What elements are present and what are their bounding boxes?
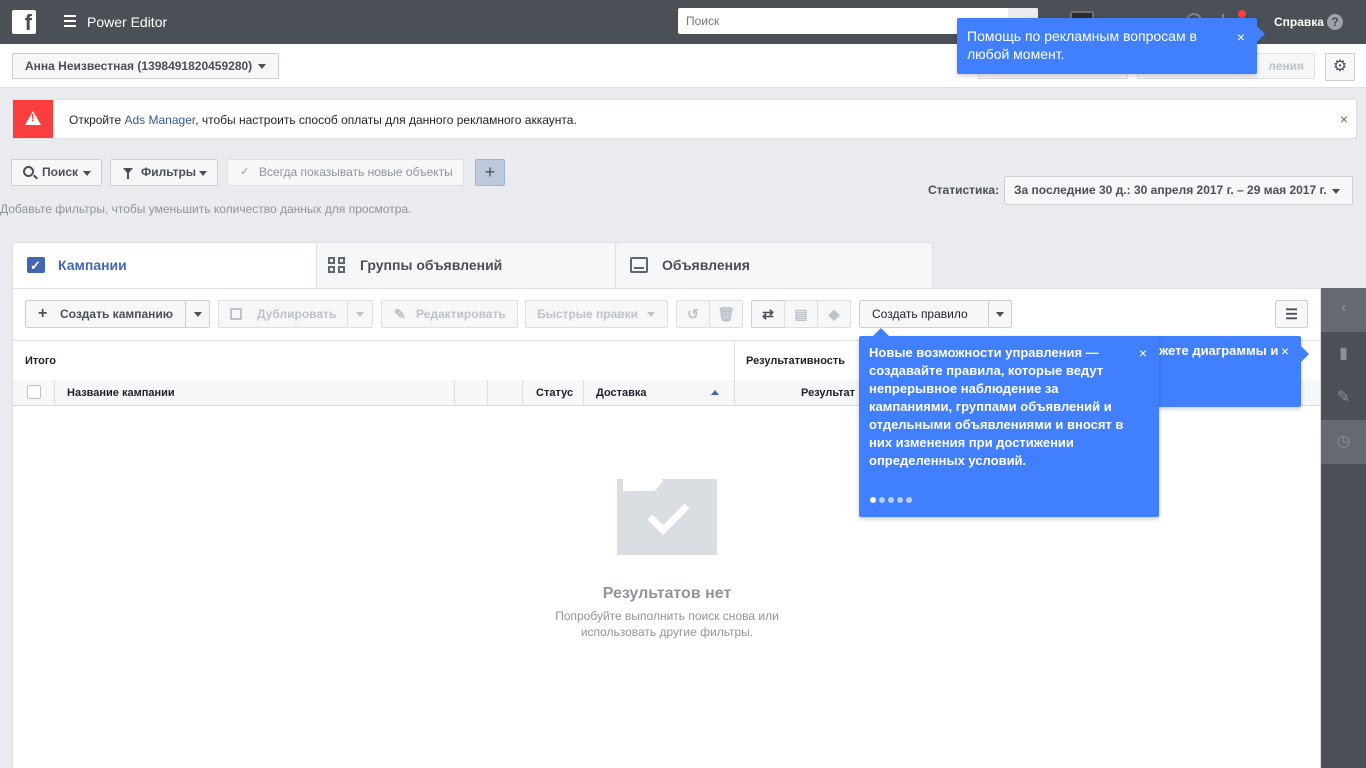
chevron-down-icon bbox=[193, 312, 202, 317]
undo-button[interactable]: ↺ bbox=[676, 300, 710, 328]
total-label: Итого bbox=[25, 355, 57, 367]
close-icon[interactable]: × bbox=[1340, 111, 1348, 127]
sort-ascending-icon[interactable] bbox=[711, 390, 719, 395]
close-icon[interactable]: × bbox=[1139, 345, 1147, 361]
column-status[interactable]: Статус bbox=[536, 387, 573, 399]
alert-message: Откройте Ads Manager, чтобы настроить сп… bbox=[69, 113, 577, 127]
empty-folder-icon bbox=[617, 471, 717, 555]
check-icon: ✓ bbox=[240, 166, 250, 178]
help-tooltip: Помощь по рекламным вопросам в любой мом… bbox=[957, 18, 1265, 74]
tag-icon: ◆ bbox=[828, 306, 840, 322]
help-link[interactable]: Справка bbox=[1274, 15, 1324, 29]
filter-icon bbox=[123, 168, 133, 179]
tooltip-pagination bbox=[870, 492, 915, 503]
create-campaign-dropdown[interactable] bbox=[185, 300, 210, 328]
chevron-left-icon: ‹ bbox=[1340, 299, 1347, 316]
account-label: Анна Неизвестная (1398491820459280) bbox=[25, 59, 253, 73]
edit-button[interactable]: ✎ Редактировать bbox=[381, 300, 518, 328]
gear-icon[interactable]: ⚙ bbox=[1325, 53, 1355, 81]
create-rule-button[interactable]: Создать правило bbox=[859, 300, 989, 328]
grid-icon bbox=[328, 257, 346, 273]
tab-ads[interactable]: Объявления bbox=[615, 242, 933, 288]
pencil-icon: ✎ bbox=[394, 306, 406, 322]
duplicate-icon bbox=[230, 308, 242, 320]
chevron-down-icon bbox=[258, 64, 267, 69]
column-name[interactable]: Название кампании bbox=[67, 387, 175, 399]
create-rule-dropdown[interactable] bbox=[988, 300, 1012, 328]
help-icon[interactable]: ? bbox=[1327, 14, 1343, 30]
chevron-down-icon bbox=[199, 171, 207, 176]
columns-settings-icon: ☰ bbox=[1285, 306, 1298, 322]
column-results[interactable]: Результат bbox=[801, 387, 855, 399]
quick-edits-dropdown[interactable]: Быстрые правки bbox=[525, 300, 668, 328]
pagination-dot[interactable] bbox=[870, 497, 876, 503]
performance-label: Результативность bbox=[746, 355, 846, 367]
tab-campaigns[interactable]: Кампании bbox=[12, 242, 317, 288]
rules-tooltip: Новые возможности управления — создавайт… bbox=[859, 328, 1159, 517]
account-selector[interactable]: Анна Неизвестная (1398491820459280) bbox=[12, 53, 280, 79]
pagination-dot[interactable] bbox=[879, 497, 885, 503]
trash-icon: 🗑 bbox=[717, 306, 735, 322]
swap-icon: ⇄ bbox=[762, 306, 774, 322]
rail-history-button[interactable]: ◷ bbox=[1321, 420, 1366, 464]
close-icon[interactable]: × bbox=[1281, 343, 1289, 359]
rail-chart-button[interactable]: ▮ bbox=[1321, 332, 1366, 376]
always-show-new-toggle[interactable]: ✓ Всегда показывать новые объекты bbox=[227, 159, 464, 186]
collapse-rail-button[interactable]: ‹ bbox=[1321, 288, 1366, 332]
swap-button[interactable]: ⇄ bbox=[751, 300, 785, 328]
undo-icon: ↺ bbox=[687, 306, 699, 322]
pagination-dot[interactable] bbox=[906, 497, 912, 503]
search-icon bbox=[23, 166, 34, 177]
add-filter-button[interactable]: + bbox=[475, 159, 505, 186]
chevron-down-icon bbox=[83, 171, 91, 176]
pagination-dot[interactable] bbox=[897, 497, 903, 503]
filters-dropdown[interactable]: Фильтры bbox=[110, 159, 218, 186]
chevron-down-icon bbox=[647, 312, 655, 317]
columns-settings-button[interactable]: ☰ bbox=[1275, 300, 1308, 328]
date-range-selector[interactable]: За последние 30 д.: 30 апреля 2017 г. – … bbox=[1004, 176, 1353, 205]
warning-icon: ! bbox=[13, 100, 53, 138]
payment-alert: ! Откройте Ads Manager, чтобы настроить … bbox=[12, 99, 1357, 139]
note-icon: ▤ bbox=[794, 306, 808, 322]
clock-icon: ◷ bbox=[1336, 433, 1351, 450]
duplicate-button[interactable]: Дублировать bbox=[218, 300, 348, 328]
ads-manager-link[interactable]: Ads Manager bbox=[125, 113, 196, 127]
bar-chart-icon: ▮ bbox=[1339, 345, 1348, 362]
chevron-down-icon bbox=[996, 312, 1004, 317]
menu-icon[interactable] bbox=[64, 15, 76, 27]
tab-ad-sets[interactable]: Группы объявлений bbox=[313, 242, 619, 288]
note-button[interactable]: ▤ bbox=[784, 300, 818, 328]
ad-icon bbox=[630, 257, 648, 273]
campaign-check-icon bbox=[27, 244, 45, 288]
plus-icon: + bbox=[38, 305, 48, 322]
plus-icon: + bbox=[484, 162, 496, 182]
empty-state-subtitle: Попробуйте выполнить поиск снова или исп… bbox=[555, 609, 779, 639]
pencil-icon: ✎ bbox=[1336, 389, 1351, 406]
app-title[interactable]: Power Editor bbox=[87, 14, 167, 30]
stats-label: Статистика: bbox=[928, 183, 1000, 197]
select-all-checkbox[interactable] bbox=[27, 385, 41, 399]
delete-button[interactable]: 🗑 bbox=[709, 300, 743, 328]
tag-button[interactable]: ◆ bbox=[817, 300, 851, 328]
right-rail: ‹ ▮ ✎ ◷ bbox=[1321, 288, 1366, 768]
chevron-down-icon bbox=[1332, 189, 1340, 194]
search-dropdown[interactable]: Поиск bbox=[11, 159, 102, 186]
pagination-dot[interactable] bbox=[888, 497, 894, 503]
empty-state-title: Результатов нет bbox=[602, 585, 732, 602]
create-campaign-button[interactable]: + Создать кампанию bbox=[25, 300, 186, 328]
notification-badge bbox=[1238, 10, 1246, 18]
duplicate-dropdown[interactable] bbox=[347, 300, 373, 328]
close-icon[interactable]: × bbox=[1237, 29, 1245, 45]
filter-hint: Добавьте фильтры, чтобы уменьшить количе… bbox=[0, 202, 412, 216]
chevron-down-icon bbox=[356, 312, 364, 317]
facebook-logo-icon[interactable]: f bbox=[12, 10, 36, 35]
column-delivery[interactable]: Доставка bbox=[596, 387, 647, 399]
rail-edit-button[interactable]: ✎ bbox=[1321, 376, 1366, 420]
